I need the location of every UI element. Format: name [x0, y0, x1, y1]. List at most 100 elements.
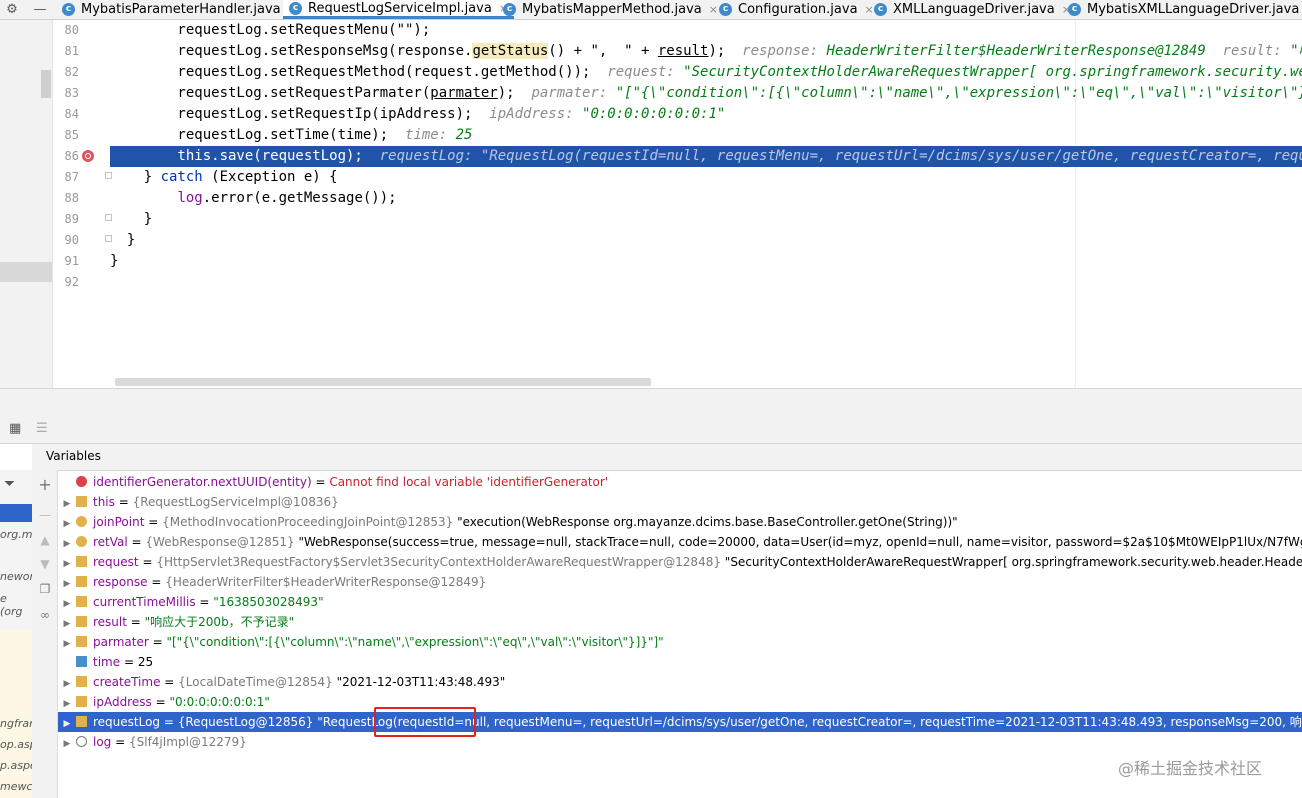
equals: =: [120, 655, 138, 669]
tab-mybatis-parameter-handler[interactable]: c MybatisParameterHandler.java ×: [56, 0, 303, 19]
equals: =: [195, 595, 214, 609]
tab-request-log-service-impl[interactable]: c RequestLogServiceImpl.java ×: [283, 0, 515, 19]
frame-fragment: mewc: [0, 780, 33, 793]
expand-icon[interactable]: ▶: [58, 494, 76, 512]
line-number: 89: [64, 212, 79, 226]
variable-value: 25: [137, 655, 154, 669]
code-line-89[interactable]: }: [110, 209, 1302, 230]
class-icon: c: [289, 1, 302, 15]
layout-icon[interactable]: ☰: [36, 422, 50, 436]
code-text: }: [110, 169, 161, 185]
expand-icon[interactable]: ▶: [58, 634, 76, 652]
code-line-82[interactable]: requestLog.setRequestMethod(request.getM…: [110, 62, 1302, 83]
expand-icon[interactable]: ▶: [58, 574, 76, 592]
variable-row[interactable]: time = 25: [58, 652, 1302, 672]
move-up-icon[interactable]: ▲: [38, 533, 52, 547]
field-icon: [76, 676, 87, 687]
filter-icon[interactable]: ⏷: [4, 476, 15, 492]
project-panel-edge: [0, 20, 53, 388]
variable-row[interactable]: ▶ retVal = {WebResponse@12851} "WebRespon…: [58, 532, 1302, 552]
expand-icon[interactable]: ▶: [58, 714, 76, 732]
equals: =: [126, 615, 145, 629]
expand-icon[interactable]: ▶: [58, 594, 76, 612]
editor-tab-bar: ⚙ — c MybatisParameterHandler.java × c R…: [0, 0, 1302, 20]
variable-row[interactable]: ▶ parmater = "["{\"condition\":[{\"column…: [58, 632, 1302, 652]
expand-icon[interactable]: ▶: [58, 674, 76, 692]
tab-label: RequestLogServiceImpl.java: [308, 0, 492, 16]
variable-name: parmater: [93, 635, 149, 649]
code-line-87[interactable]: } catch (Exception e) {: [110, 167, 1302, 188]
tab-mybatis-mapper-method[interactable]: c MybatisMapperMethod.java ×: [497, 0, 724, 19]
variable-row[interactable]: ▶ response = {HeaderWriterFilter$HeaderWr…: [58, 572, 1302, 592]
code-text: requestLog.setRequestMenu("");: [110, 22, 431, 38]
variable-row[interactable]: ▶ this = {RequestLogServiceImpl@10836}: [58, 492, 1302, 512]
code-line-84[interactable]: requestLog.setRequestIp(ipAddress); ipAd…: [110, 104, 1302, 125]
equals: =: [160, 675, 179, 689]
code-text: requestLog.setRequestIp(ipAddress);: [110, 106, 473, 122]
variable-row[interactable]: ▶ result = "响应大于200b，不予记录": [58, 612, 1302, 632]
expand-icon[interactable]: ▶: [58, 614, 76, 632]
variable-name: requestLog: [93, 715, 161, 729]
expand-icon[interactable]: ▶: [58, 694, 76, 712]
panel-divider[interactable]: [0, 388, 1302, 417]
variable-value: "["{\"condition\":[{\"column\":\"name\",…: [166, 635, 664, 649]
code-line-81[interactable]: requestLog.setResponseMsg(response.getSt…: [110, 41, 1302, 62]
code-line-90[interactable]: }: [110, 230, 1302, 251]
horizontal-scrollbar[interactable]: [115, 378, 651, 386]
code-text: this.save(requestLog);: [110, 148, 363, 164]
code-line-91[interactable]: }: [110, 251, 1302, 272]
watch-icon: [76, 736, 87, 747]
variable-row[interactable]: ▶ request = {HttpServlet3RequestFactory$S…: [58, 552, 1302, 572]
field-icon: [76, 716, 87, 727]
method-highlight: getStatus: [472, 43, 549, 59]
breakpoint-icon[interactable]: [82, 150, 94, 162]
code-field: log: [177, 190, 203, 206]
add-watch-icon[interactable]: +: [38, 477, 52, 493]
table-view-icon[interactable]: ▦: [9, 422, 23, 436]
code-text: requestLog.setTime(time);: [110, 127, 389, 143]
tab-label: Configuration.java: [738, 2, 858, 17]
code-text: );: [497, 85, 515, 101]
inline-debug-hint: response: HeaderWriterFilter$HeaderWrite…: [742, 43, 1302, 59]
expand-icon[interactable]: ▶: [58, 534, 76, 552]
field-icon: [76, 596, 87, 607]
variable-value: "响应大于200b，不予记录": [144, 615, 295, 629]
variable-row[interactable]: ▶ currentTimeMillis = "1638503028493": [58, 592, 1302, 612]
parameter-icon: [76, 516, 87, 527]
selected-frame[interactable]: [0, 504, 32, 522]
minimize-icon[interactable]: —: [32, 0, 48, 19]
code-text: requestLog.setRequestParmater(: [110, 85, 431, 101]
variable-row[interactable]: ▶ log = {Slf4jImpl@12279}: [58, 732, 1302, 752]
watches-icon[interactable]: ∞: [38, 608, 52, 622]
inline-debug-hint: ipAddress: "0:0:0:0:0:0:0:1": [489, 106, 726, 122]
variable-row[interactable]: ▶ joinPoint = {MethodInvocationProceeding…: [58, 512, 1302, 532]
settings-icon[interactable]: ⚙: [4, 0, 20, 19]
tab-configuration[interactable]: c Configuration.java ×: [713, 0, 880, 19]
variable-name: result: [93, 615, 127, 629]
equals: =: [147, 575, 166, 589]
variable-type: {RequestLogServiceImpl@10836}: [132, 495, 339, 509]
copy-icon[interactable]: ❐: [38, 582, 52, 596]
expand-icon[interactable]: ▶: [58, 514, 76, 532]
library-frames: [0, 630, 32, 798]
variable-name: identifierGenerator.nextUUID(entity): [93, 475, 312, 489]
tab-mybatis-xml-language-driver[interactable]: c MybatisXMLLanguageDriver.java ×: [1062, 0, 1302, 19]
expand-icon[interactable]: ▶: [58, 554, 76, 572]
variable-row[interactable]: identifierGenerator.nextUUID(entity) = C…: [58, 472, 1302, 492]
code-line-86-current[interactable]: this.save(requestLog); requestLog: "Requ…: [110, 146, 1302, 167]
equals: =: [138, 555, 157, 569]
field-icon: [76, 556, 87, 567]
code-line-83[interactable]: requestLog.setRequestParmater(parmater);…: [110, 83, 1302, 104]
tab-xml-language-driver[interactable]: c XMLLanguageDriver.java ×: [868, 0, 1077, 19]
code-line-80[interactable]: requestLog.setRequestMenu("");: [110, 20, 1302, 41]
variable-type: {HeaderWriterFilter$HeaderWriterResponse…: [165, 575, 487, 589]
move-down-icon[interactable]: ▼: [38, 557, 52, 571]
expand-icon[interactable]: ▶: [58, 734, 76, 752]
code-text: }: [110, 211, 153, 227]
code-line-88[interactable]: log.error(e.getMessage());: [110, 188, 1302, 209]
variable-row-selected[interactable]: ▶ requestLog = {RequestLog@12856} "Reques…: [58, 712, 1302, 732]
code-line-85[interactable]: requestLog.setTime(time); time: 25: [110, 125, 1302, 146]
variable-row[interactable]: ▶ createTime = {LocalDateTime@12854} "202…: [58, 672, 1302, 692]
remove-watch-icon[interactable]: —: [38, 508, 52, 522]
variable-row[interactable]: ▶ ipAddress = "0:0:0:0:0:0:0:1": [58, 692, 1302, 712]
